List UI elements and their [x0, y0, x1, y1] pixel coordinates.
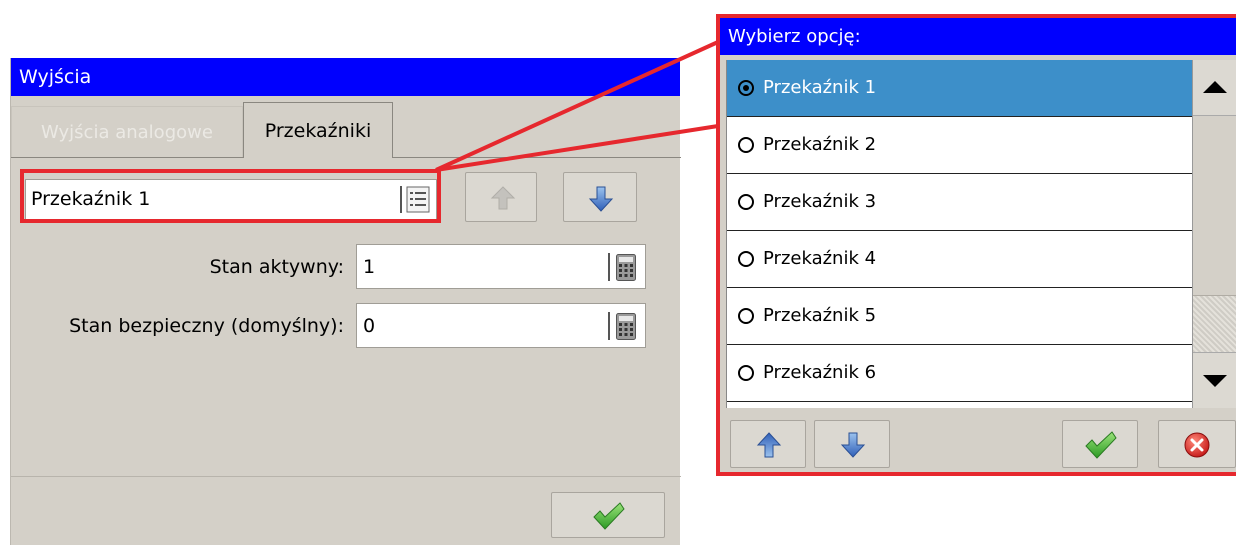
- triangle-down-icon: [1203, 375, 1227, 387]
- tab-divider: [11, 157, 243, 158]
- option-list: Przekaźnik 1 Przekaźnik 2 Przekaźnik 3 P…: [726, 60, 1192, 408]
- safe-state-label: Stan bezpieczny (domyślny):: [69, 315, 344, 337]
- highlight-frame: [20, 169, 441, 223]
- active-state-label: Stan aktywny:: [209, 256, 344, 278]
- radio-icon: [738, 308, 754, 324]
- option-label: Przekaźnik 4: [763, 248, 877, 269]
- active-state-field[interactable]: 1: [356, 244, 646, 289]
- active-state-value: 1: [363, 256, 376, 278]
- tab-divider: [393, 157, 681, 158]
- choose-option-dialog: Wybierz opcję: Przekaźnik 1 Przekaźnik 2…: [716, 14, 1236, 476]
- tab-analog-outputs[interactable]: Wyjścia analogowe: [11, 106, 243, 158]
- list-item[interactable]: Przekaźnik 1: [727, 60, 1192, 117]
- move-up-button[interactable]: [730, 420, 806, 468]
- radio-icon: [738, 194, 754, 210]
- outputs-window: Wyjścia Wyjścia analogowe Przekaźniki Pr…: [10, 58, 681, 545]
- cancel-icon: [1184, 432, 1210, 458]
- radio-icon: [738, 365, 754, 381]
- previous-relay-button[interactable]: [465, 172, 537, 222]
- tab-relays[interactable]: Przekaźniki: [243, 102, 393, 158]
- ok-button[interactable]: [551, 492, 665, 538]
- arrow-up-icon: [756, 432, 782, 458]
- scroll-up-button[interactable]: [1193, 60, 1236, 116]
- field-divider: [608, 312, 610, 340]
- list-item[interactable]: Przekaźnik 2: [727, 117, 1192, 174]
- radio-icon: [738, 251, 754, 267]
- arrow-down-icon: [840, 432, 866, 458]
- option-label: Przekaźnik 1: [763, 77, 877, 98]
- list-item[interactable]: Przekaźnik 4: [727, 231, 1192, 288]
- list-item[interactable]: Przekaźnik 3: [727, 174, 1192, 231]
- radio-selected-icon: [738, 80, 754, 96]
- calculator-icon[interactable]: [616, 254, 636, 281]
- scroll-thumb[interactable]: [1193, 116, 1236, 296]
- checkmark-icon: [1085, 431, 1117, 459]
- safe-state-value: 0: [363, 315, 376, 337]
- scrollbar[interactable]: [1192, 60, 1236, 408]
- option-label: Przekaźnik 3: [763, 191, 877, 212]
- move-down-button[interactable]: [814, 420, 890, 468]
- arrow-up-icon: [490, 186, 516, 210]
- scroll-down-button[interactable]: [1193, 352, 1236, 408]
- window-title: Wyjścia: [11, 58, 680, 96]
- list-item[interactable]: Przekaźnik 6: [727, 345, 1192, 402]
- arrow-down-icon: [588, 186, 614, 212]
- scroll-track-area[interactable]: [1193, 296, 1236, 352]
- dialog-title: Wybierz opcję:: [720, 18, 1236, 55]
- confirm-button[interactable]: [1062, 420, 1138, 468]
- footer-separator: [11, 476, 681, 477]
- triangle-up-icon: [1203, 81, 1227, 93]
- safe-state-field[interactable]: 0: [356, 303, 646, 348]
- option-label: Przekaźnik 2: [763, 134, 877, 155]
- option-label: Przekaźnik 5: [763, 305, 877, 326]
- field-divider: [608, 253, 610, 281]
- cancel-button[interactable]: [1158, 420, 1236, 468]
- list-item[interactable]: Przekaźnik 5: [727, 288, 1192, 345]
- calculator-icon[interactable]: [616, 313, 636, 340]
- radio-icon: [738, 137, 754, 153]
- option-label: Przekaźnik 6: [763, 362, 877, 383]
- checkmark-icon: [593, 502, 625, 530]
- next-relay-button[interactable]: [563, 172, 637, 222]
